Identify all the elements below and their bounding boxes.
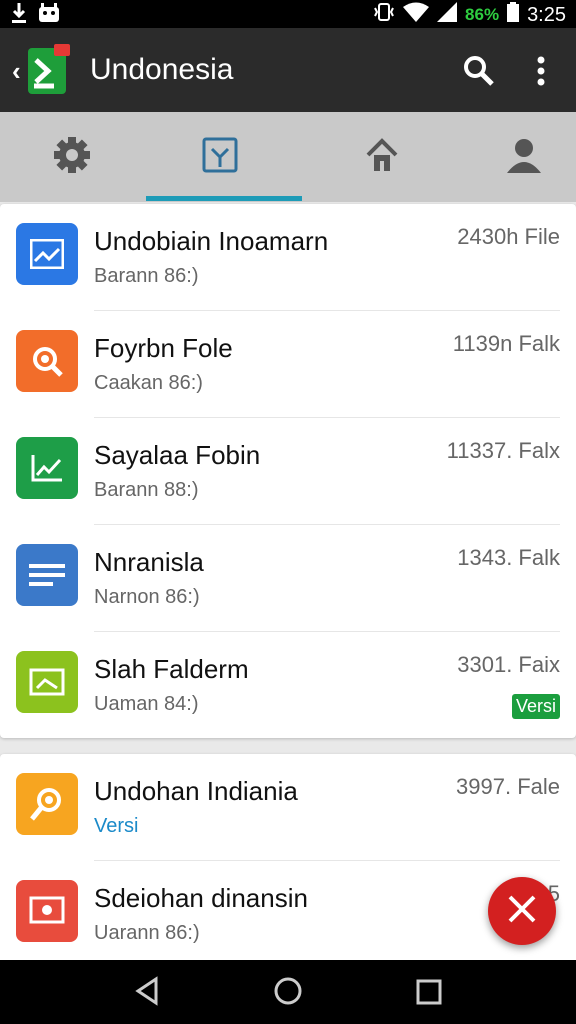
list-item[interactable]: Slah Falderm Uaman 84:) 3301. Faix Versi (0, 632, 576, 739)
close-icon (507, 894, 537, 929)
item-title: Sdeiohan dinansin (94, 883, 308, 913)
item-title: Undohan Indiania (94, 776, 298, 806)
magnifier-icon (16, 773, 78, 835)
image-icon (16, 651, 78, 713)
item-title: Undobiain Inoamarn (94, 226, 329, 256)
person-icon (505, 136, 543, 179)
file-list-card-2: Undohan Indiania Versi 3997. Fale Sdeioh… (0, 754, 576, 964)
item-subtitle: Barann 86:) (94, 265, 199, 287)
item-subtitle: Narnon 86:) (94, 586, 200, 608)
logo-badge (54, 44, 70, 56)
app-logo-icon[interactable] (28, 44, 70, 94)
search-icon (16, 330, 78, 392)
item-size: 2430h File (457, 224, 560, 249)
tab-profile[interactable] (452, 112, 576, 202)
battery-icon (507, 2, 520, 28)
app-bar: ‹ Undonesia (0, 28, 576, 112)
list-item[interactable]: Undobiain Inoamarn Barann 86:) 2430h Fil… (0, 204, 576, 311)
item-size: 1343. Falk (457, 545, 560, 570)
battery-percent: 86% (465, 5, 500, 24)
wifi-icon (403, 2, 430, 28)
system-nav-bar (0, 960, 576, 1024)
back-chevron-icon[interactable]: ‹ (12, 56, 21, 87)
status-bar: 86% 3:25 (0, 0, 576, 28)
back-icon[interactable] (134, 976, 160, 1011)
inbox-icon (202, 137, 238, 178)
item-title: Nnranisla (94, 547, 204, 577)
tab-bar (0, 112, 576, 202)
photo-icon (16, 880, 78, 942)
item-title: Slah Falderm (94, 654, 249, 684)
list-item[interactable]: Nnranisla Narnon 86:) 1343. Falk (0, 525, 576, 632)
app-title: Undonesia (90, 53, 234, 86)
more-options-icon[interactable] (536, 56, 546, 91)
item-version-link[interactable]: Versi (94, 815, 138, 838)
document-icon (16, 544, 78, 606)
download-icon (12, 3, 26, 28)
signal-icon (437, 2, 458, 28)
home-icon (364, 137, 400, 178)
chart-icon (16, 437, 78, 499)
recents-icon[interactable] (416, 976, 442, 1011)
tab-inbox[interactable] (148, 112, 292, 202)
close-fab-button[interactable] (488, 877, 556, 945)
list-item[interactable]: Sayalaa Fobin Barann 88:) 11337. Falx (0, 418, 576, 525)
search-icon[interactable] (462, 54, 496, 93)
tab-settings[interactable] (0, 112, 144, 202)
item-size: 1139n Falk (452, 331, 560, 356)
item-size: 11337. Falx (446, 438, 560, 463)
item-title: Foyrbn Fole (94, 333, 233, 363)
version-badge[interactable]: Versi (511, 694, 560, 719)
file-list-card: Undobiain Inoamarn Barann 86:) 2430h Fil… (0, 204, 576, 738)
item-title: Sayalaa Fobin (94, 440, 261, 470)
item-subtitle: Caakan 86:) (94, 372, 203, 394)
item-size: 3997. Fale (456, 774, 560, 799)
gear-icon (52, 135, 92, 180)
tab-indicator (146, 196, 302, 201)
item-subtitle: Barann 88:) (94, 479, 199, 501)
item-subtitle: Uaman 84:) (94, 693, 199, 715)
item-size: 3301. Faix (457, 652, 560, 677)
vibrate-icon (373, 2, 395, 28)
clock: 3:25 (527, 3, 566, 26)
android-icon (38, 3, 60, 28)
item-subtitle: Uarann 86:) (94, 922, 200, 944)
home-circle-icon[interactable] (273, 976, 303, 1011)
list-item[interactable]: Undohan Indiania Versi 3997. Fale (0, 754, 576, 861)
list-item[interactable]: Foyrbn Fole Caakan 86:) 1139n Falk (0, 311, 576, 418)
tab-home[interactable] (310, 112, 454, 202)
chart-icon (16, 223, 78, 285)
